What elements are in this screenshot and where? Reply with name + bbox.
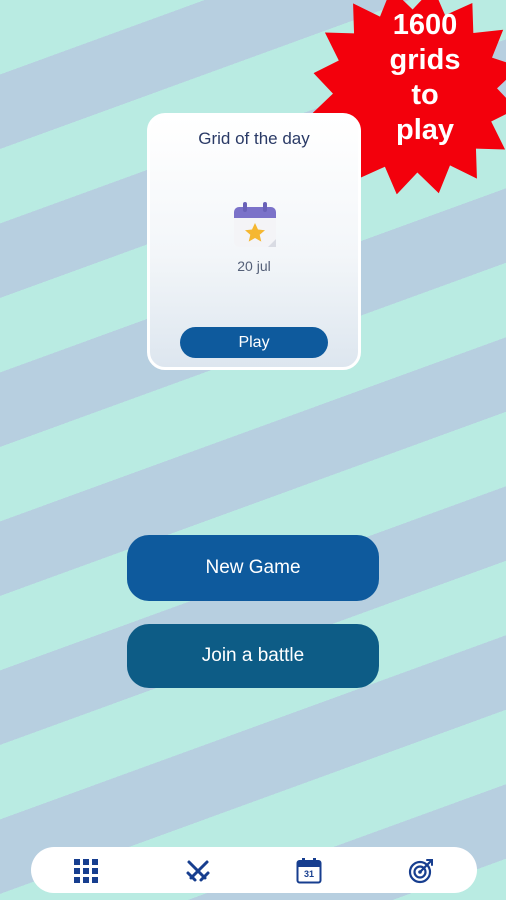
crossed-swords-icon[interactable]: [185, 858, 211, 884]
card-title: Grid of the day: [198, 129, 310, 148]
promo-line: grids: [389, 44, 461, 76]
calendar-nav-item[interactable]: 31: [296, 857, 322, 884]
join-battle-button[interactable]: Join a battle: [127, 624, 379, 688]
promo-line: 1600: [392, 9, 458, 41]
promo-line: to: [411, 79, 439, 111]
calendar-day-label: 31: [303, 869, 314, 879]
grid-of-the-day-card: Grid of the day 20 jul Play: [147, 113, 361, 370]
bottom-nav: 31: [31, 847, 477, 893]
calendar-star-icon: [234, 202, 276, 247]
new-game-button[interactable]: New Game: [127, 535, 379, 601]
target-icon[interactable]: [408, 858, 434, 884]
play-button[interactable]: Play: [180, 327, 328, 358]
promo-line: play: [395, 114, 455, 146]
grid-icon[interactable]: [73, 858, 99, 884]
card-date: 20 jul: [237, 258, 271, 274]
promo-text: 1600 grids to play: [372, 8, 478, 148]
